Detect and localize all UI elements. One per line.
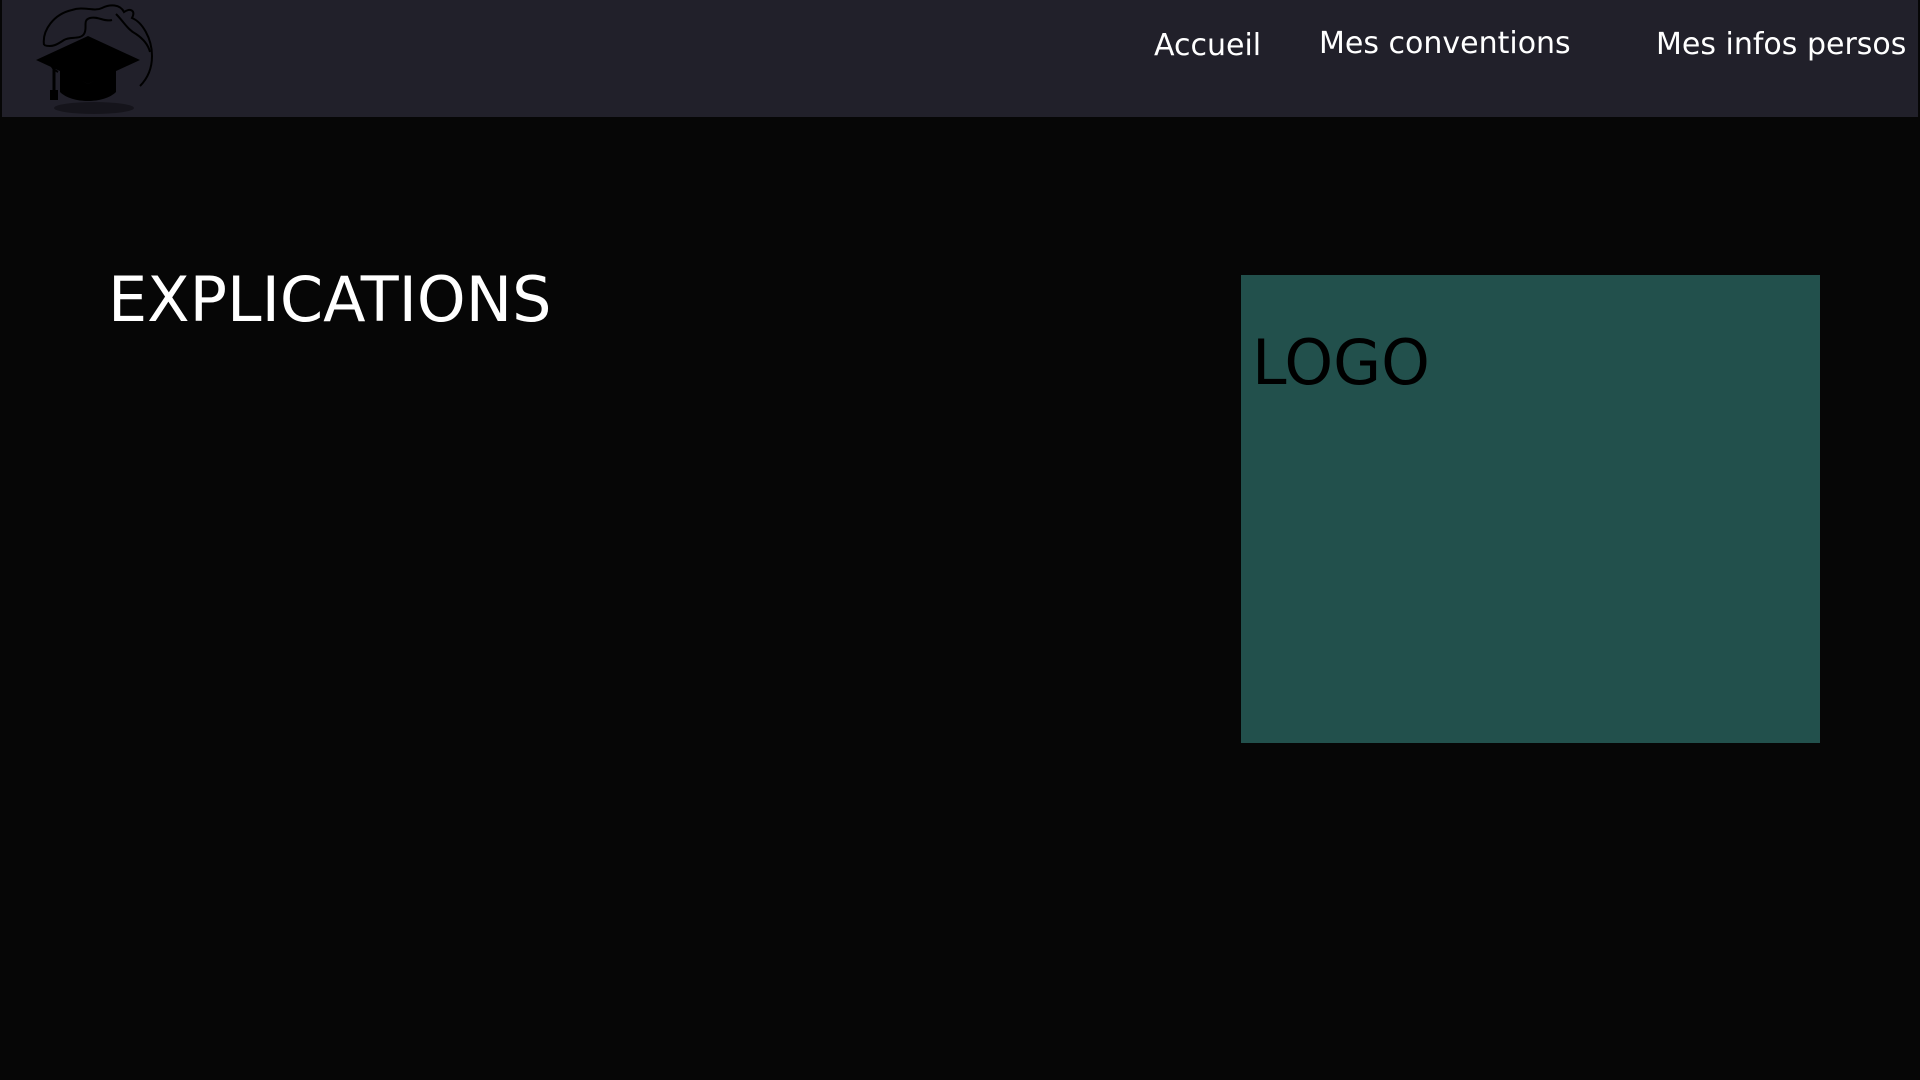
nav-link-mes-conventions[interactable]: Mes conventions xyxy=(1319,24,1571,64)
nav-link-accueil[interactable]: Accueil xyxy=(1154,26,1261,66)
graduation-cap-logo-icon[interactable] xyxy=(24,0,164,118)
top-navbar: Accueil Mes conventions Mes infos persos xyxy=(2,0,1918,117)
explications-heading: EXPLICATIONS xyxy=(108,263,552,336)
nav-link-mes-infos-persos[interactable]: Mes infos persos xyxy=(1656,25,1906,65)
logo-placeholder-box: LOGO xyxy=(1241,275,1820,743)
page: Accueil Mes conventions Mes infos persos… xyxy=(0,0,1920,1080)
logo-placeholder-label: LOGO xyxy=(1252,326,1430,399)
